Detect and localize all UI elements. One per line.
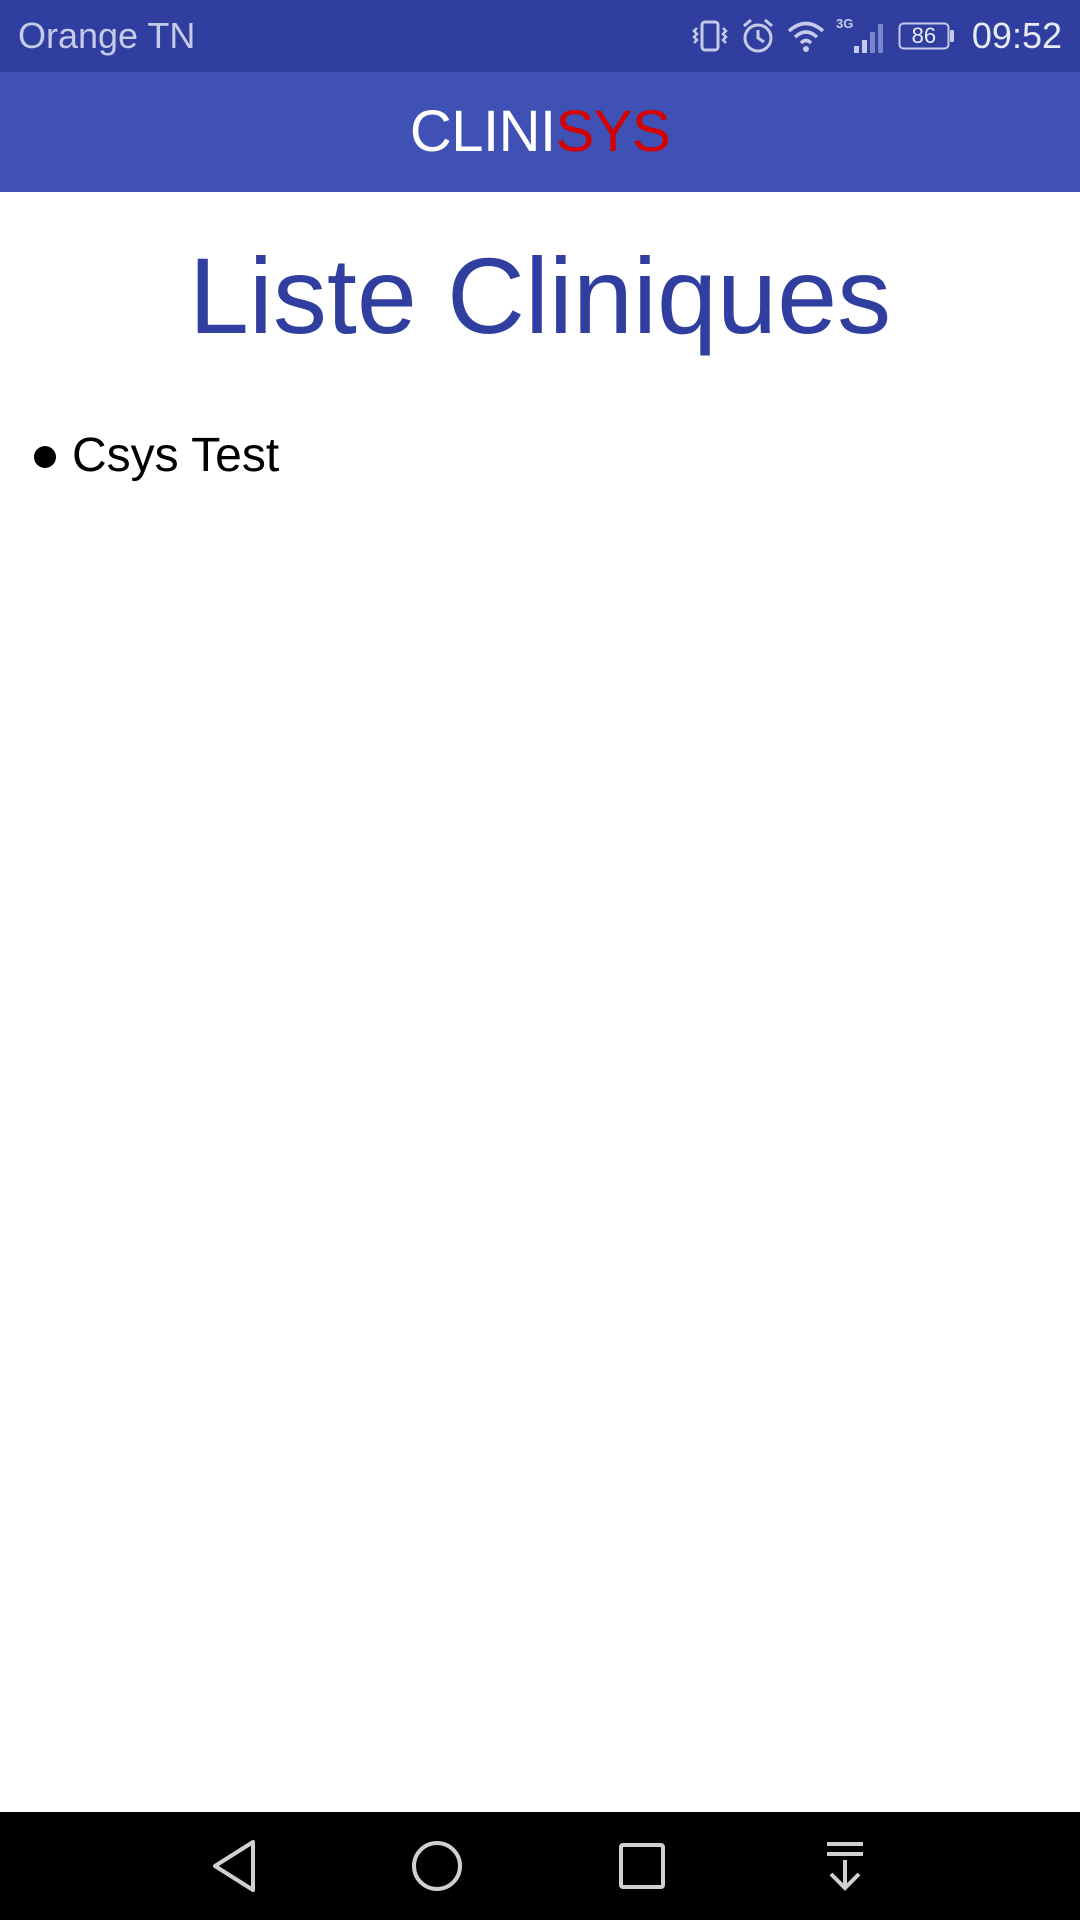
- notification-pull-icon: [827, 1842, 863, 1891]
- clinic-name: Csys Test: [72, 429, 280, 482]
- home-icon: [412, 1841, 462, 1891]
- nav-back-button[interactable]: [194, 1826, 274, 1906]
- nav-notification-button[interactable]: [805, 1826, 885, 1906]
- nav-home-button[interactable]: [397, 1826, 477, 1906]
- app-bar: CLINISYS: [0, 72, 1080, 192]
- carrier-name: Orange TN: [18, 15, 196, 56]
- navigation-bar: [0, 1812, 1080, 1920]
- clock: 09:52: [971, 15, 1062, 56]
- recents-icon: [619, 1843, 665, 1889]
- bullet-icon: [34, 446, 56, 468]
- app-brand-title: CLINISYS: [409, 72, 671, 192]
- signal-icon: 3G: [836, 16, 883, 53]
- clinic-list-item[interactable]: Csys Test: [0, 420, 1080, 492]
- vibrate-icon: [692, 20, 728, 52]
- alarm-icon: [742, 18, 773, 53]
- brand-part-sys: SYS: [555, 99, 671, 164]
- status-bar: Orange TN 3G 86 09:52: [0, 0, 1080, 72]
- clinic-list: Csys Test: [0, 420, 1080, 492]
- page-title: Liste Cliniques: [188, 235, 892, 356]
- back-icon: [213, 1840, 255, 1892]
- wifi-icon: [787, 21, 825, 52]
- brand-part-clini: CLINI: [409, 99, 556, 164]
- nav-recents-button[interactable]: [602, 1826, 682, 1906]
- battery-icon: 86: [898, 22, 956, 50]
- status-icons: 3G 86 09:52: [690, 14, 1062, 58]
- network-type: 3G: [836, 16, 853, 31]
- battery-level: 86: [911, 23, 937, 48]
- app-screen: Orange TN 3G 86 09:52 CLINISYS Liste Cli…: [0, 0, 1080, 1920]
